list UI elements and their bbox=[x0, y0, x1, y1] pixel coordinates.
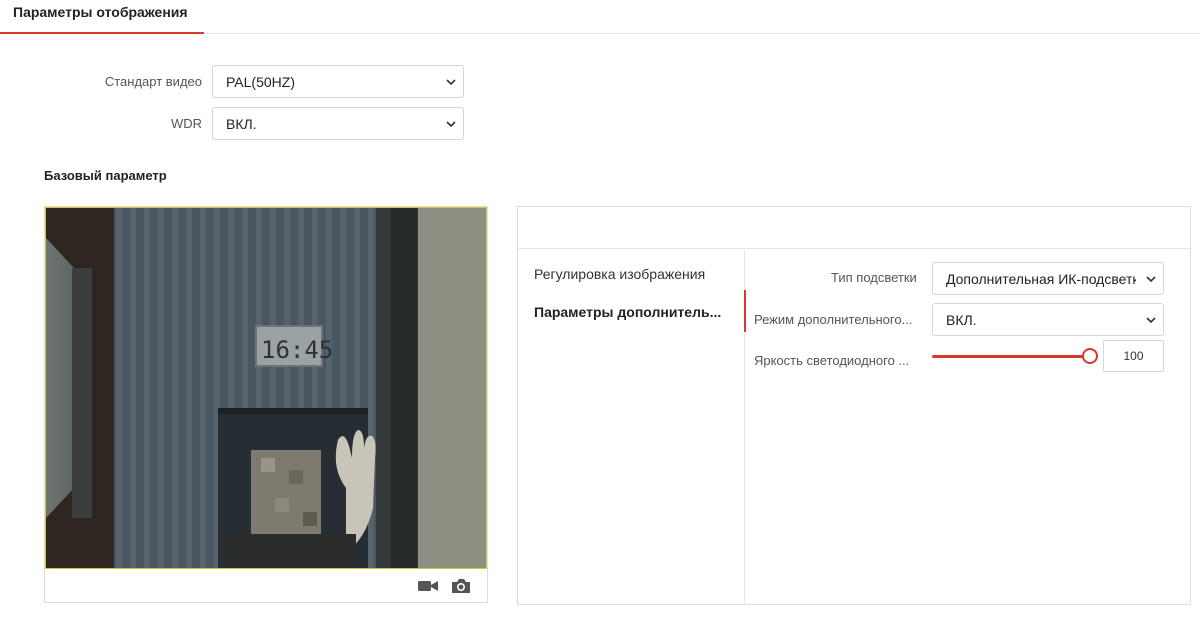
tab-bar: Параметры отображения bbox=[0, 0, 1200, 34]
panel-nav: Регулировка изображения Параметры дополн… bbox=[518, 250, 746, 604]
light-type-value: Дополнительная ИК-подсветка bbox=[946, 271, 1136, 287]
clock-readout: 16:45 bbox=[261, 336, 333, 364]
nav-active-indicator bbox=[744, 290, 746, 332]
video-preview: 16:45 bbox=[45, 207, 487, 569]
video-standard-value: PAL(50HZ) bbox=[226, 74, 295, 90]
led-brightness-slider-handle[interactable] bbox=[1082, 348, 1098, 364]
light-type-select[interactable]: Дополнительная ИК-подсветка bbox=[932, 262, 1164, 295]
light-mode-select[interactable]: ВКЛ. bbox=[932, 303, 1164, 336]
video-standard-label: Стандарт видео bbox=[104, 74, 202, 89]
light-mode-value: ВКЛ. bbox=[946, 312, 977, 328]
camera-icon[interactable] bbox=[450, 577, 472, 595]
nav-item-supplement-light[interactable]: Параметры дополнитель... bbox=[534, 304, 721, 320]
chevron-down-icon bbox=[1146, 317, 1156, 324]
video-standard-select[interactable]: PAL(50HZ) bbox=[212, 65, 464, 98]
light-mode-label: Режим дополнительного... bbox=[754, 312, 913, 327]
wdr-select[interactable]: ВКЛ. bbox=[212, 107, 464, 140]
camera-image: 16:45 bbox=[46, 208, 486, 568]
video-camera-icon[interactable] bbox=[417, 577, 439, 595]
nav-item-image-adjustment[interactable]: Регулировка изображения bbox=[534, 266, 705, 282]
wdr-label: WDR bbox=[170, 116, 202, 131]
led-brightness-slider-track[interactable] bbox=[932, 355, 1090, 358]
tab-label: Параметры отображения bbox=[13, 4, 188, 20]
wdr-value: ВКЛ. bbox=[226, 116, 257, 132]
chevron-down-icon bbox=[1146, 276, 1156, 283]
led-brightness-input[interactable]: 100 bbox=[1103, 340, 1164, 372]
chevron-down-icon bbox=[446, 121, 456, 128]
panel-header bbox=[518, 207, 1190, 249]
led-brightness-label: Яркость светодиодного ... bbox=[754, 353, 910, 368]
chevron-down-icon bbox=[446, 79, 456, 86]
light-type-label: Тип подсветки bbox=[831, 270, 917, 285]
video-toolbar bbox=[45, 569, 487, 602]
section-title: Базовый параметр bbox=[44, 168, 167, 183]
tab-display-settings[interactable]: Параметры отображения bbox=[0, 0, 204, 34]
video-preview-frame: 16:45 bbox=[44, 206, 488, 603]
